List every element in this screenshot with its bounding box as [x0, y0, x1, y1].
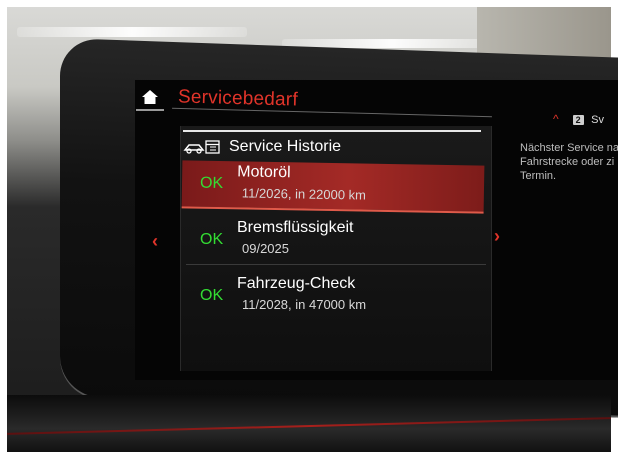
home-button[interactable]	[136, 85, 164, 111]
side-badge: 2	[572, 115, 584, 125]
status-ok: OK	[200, 287, 224, 304]
console-trim	[7, 395, 611, 452]
service-item-bremsfluessigkeit[interactable]: OK Bremsflüssigkeit 09/2025	[182, 217, 484, 263]
ceiling-light	[17, 27, 247, 37]
panel-title: Service Historie	[229, 138, 342, 155]
chevron-left-icon[interactable]: ‹	[152, 231, 158, 252]
status-ok: OK	[200, 231, 224, 248]
service-item-name: Motoröl	[237, 163, 291, 182]
service-item-detail: 11/2028, in 47000 km	[242, 297, 367, 312]
chevron-right-icon[interactable]: ›	[494, 226, 500, 247]
service-item-detail: 11/2026, in 22000 km	[241, 185, 367, 203]
status-ok: OK	[199, 174, 224, 193]
service-item-name: Fahrzeug-Check	[237, 275, 356, 292]
service-item-motoroel[interactable]: OK Motoröl 11/2026, in 22000 km	[181, 160, 485, 214]
car-calendar-icon	[183, 140, 220, 154]
service-item-fahrzeug-check[interactable]: OK Fahrzeug-Check 11/2028, in 47000 km	[182, 273, 484, 319]
chevron-up-icon[interactable]: ^	[553, 112, 559, 126]
panel-header: Service Historie	[183, 130, 481, 160]
service-item-detail: 09/2025	[242, 241, 289, 256]
home-icon	[142, 90, 158, 104]
next-service-info: Nächster Service na Fahrstrecke oder zi …	[520, 142, 618, 182]
row-divider	[186, 264, 486, 265]
service-item-name: Bremsflüssigkeit	[237, 219, 354, 236]
side-header-label: Sv	[591, 114, 604, 126]
side-header: ^ 2 Sv	[553, 110, 604, 128]
